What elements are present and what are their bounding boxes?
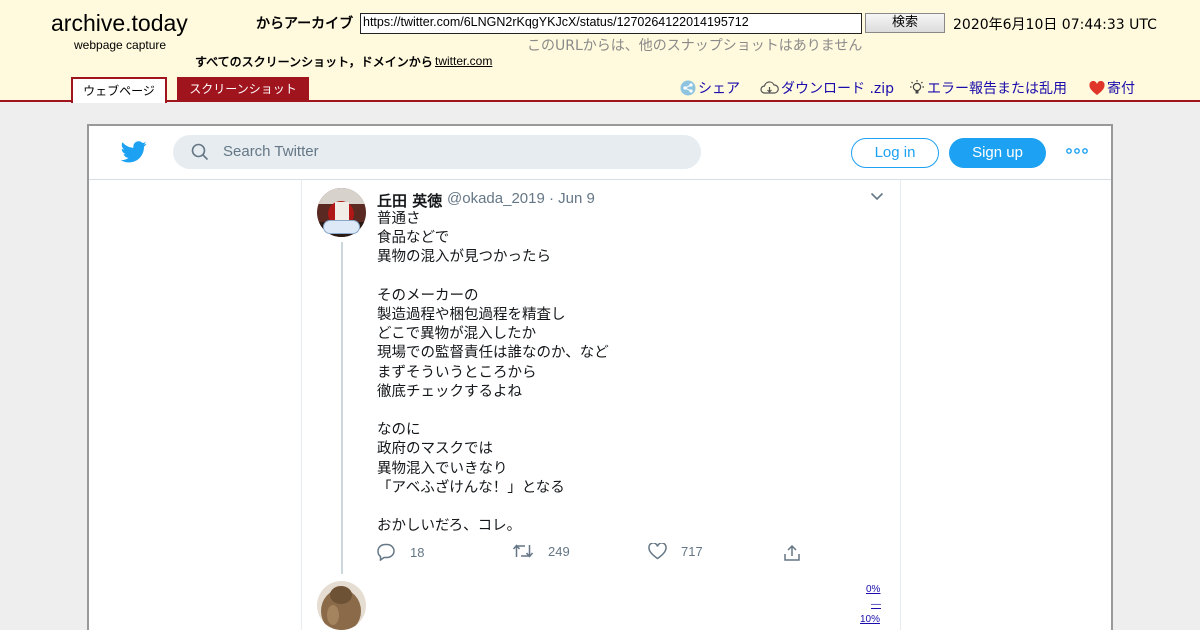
tweet-column: 丘田 英徳 @okada_2019 · Jun 9 普通さ 食品などで 異物の混…	[301, 180, 901, 630]
heart-outline-icon	[648, 543, 667, 560]
donate-link[interactable]: 寄付	[1089, 78, 1135, 98]
tab-screenshot[interactable]: スクリーンショット	[177, 77, 309, 102]
scroll-marker-0[interactable]: 0%	[866, 584, 880, 595]
login-button[interactable]: Log in	[851, 138, 939, 168]
heart-icon	[1089, 80, 1105, 95]
signup-button[interactable]: Sign up	[949, 138, 1046, 168]
captured-page-frame: Search Twitter Log in Sign up 丘田 英徳 @oka…	[87, 124, 1113, 630]
cloud-download-icon	[760, 81, 779, 94]
download-label: ダウンロード .zip	[781, 81, 895, 97]
retweet-button[interactable]: 249	[512, 543, 570, 559]
reply-icon	[377, 543, 395, 561]
search-button[interactable]: 検索	[865, 13, 945, 33]
chevron-down-icon[interactable]	[870, 192, 884, 201]
search-placeholder: Search Twitter	[223, 143, 319, 160]
retweet-count: 249	[548, 543, 570, 559]
reply-avatar[interactable]	[317, 581, 366, 630]
reply-button[interactable]: 18	[376, 543, 424, 561]
domain-link[interactable]: twitter.com	[435, 54, 492, 68]
twitter-topbar: Search Twitter Log in Sign up	[89, 126, 1111, 180]
tweet-author-name[interactable]: 丘田 英徳	[377, 190, 442, 211]
donate-label: 寄付	[1107, 81, 1135, 97]
twitter-search-box[interactable]: Search Twitter	[173, 135, 701, 169]
scroll-marker-dash[interactable]: —	[871, 599, 881, 610]
from-archive-label: からアーカイブ	[256, 16, 354, 32]
archive-logo[interactable]: archive.today	[51, 10, 188, 37]
like-button[interactable]: 717	[648, 543, 703, 560]
thread-line	[341, 242, 343, 574]
tweet-author-handle[interactable]: @okada_2019 · Jun 9	[447, 190, 595, 207]
like-count: 717	[681, 544, 703, 559]
share-tweet-button[interactable]	[783, 544, 815, 562]
share-icon	[680, 80, 696, 96]
share-label: シェア	[698, 81, 740, 97]
download-zip-link[interactable]: ダウンロード .zip	[760, 78, 894, 98]
share-link[interactable]: シェア	[680, 78, 740, 98]
mask-badge-icon	[323, 220, 360, 234]
no-other-snapshots-notice: このURLからは、他のスナップショットはありません	[527, 38, 863, 54]
scroll-marker-10[interactable]: 10%	[860, 614, 880, 625]
archive-header: archive.today webpage capture からアーカイブ ht…	[0, 0, 1200, 103]
capture-date: 2020年6月10日 07:44:33 UTC	[953, 17, 1157, 33]
report-link[interactable]: エラー報告または乱用	[909, 78, 1067, 98]
report-label: エラー報告または乱用	[927, 81, 1067, 97]
search-icon	[191, 143, 209, 161]
archive-subtitle: webpage capture	[74, 38, 167, 52]
archived-url-input[interactable]: https://twitter.com/6LNGN2rKqgYKJcX/stat…	[360, 13, 862, 34]
lightbulb-icon	[910, 80, 924, 94]
tweet-text: 普通さ 食品などで 異物の混入が見つかったら そのメーカーの 製造過程や梱包過程…	[377, 211, 609, 535]
reply-avatar-image	[317, 581, 366, 630]
twitter-bird-icon[interactable]	[121, 141, 147, 163]
share-arrow-icon	[784, 544, 800, 561]
reply-count: 18	[410, 544, 425, 560]
all-screenshots-label: すべてのスクリーンショット，ドメインから	[195, 55, 433, 69]
retweet-icon	[512, 544, 534, 558]
tab-webpage[interactable]: ウェブページ	[71, 77, 167, 103]
more-options-icon[interactable]	[1066, 147, 1088, 155]
